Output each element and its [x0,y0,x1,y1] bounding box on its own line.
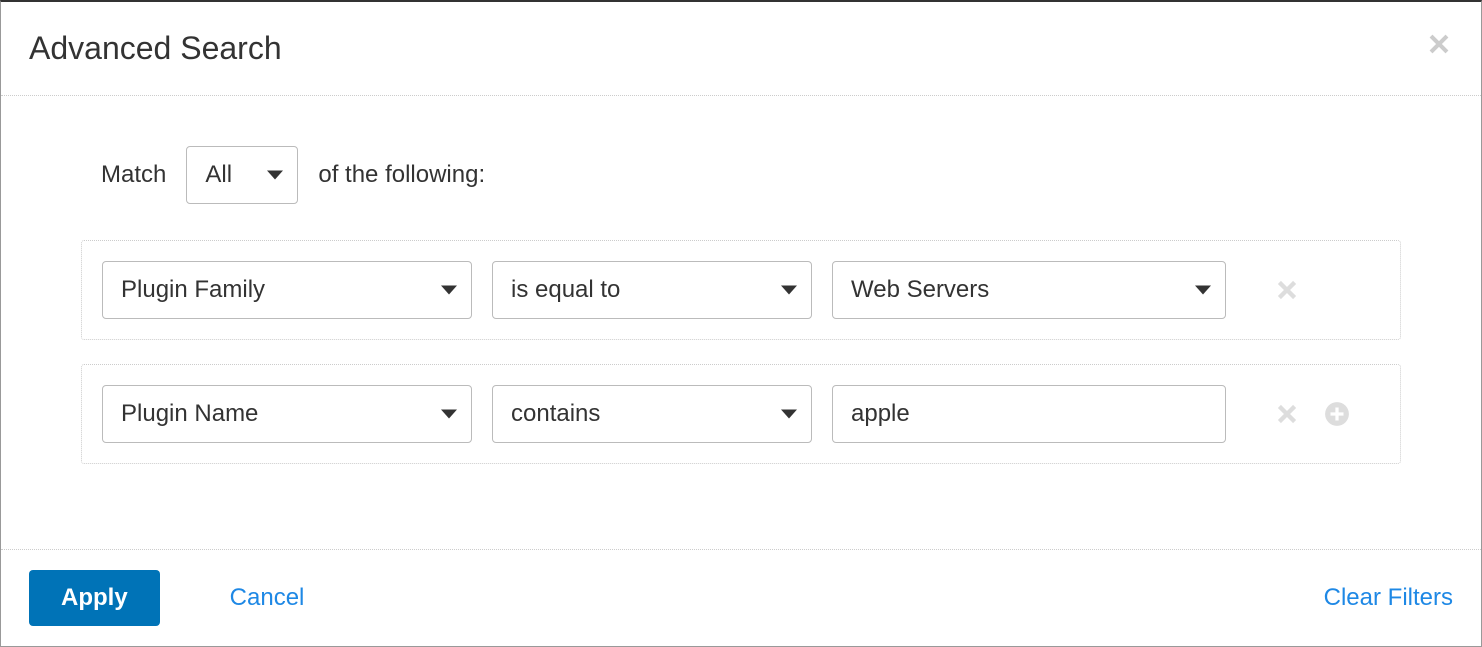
filter-value-input[interactable] [832,385,1226,443]
remove-filter-icon[interactable] [1274,277,1300,303]
filter-field-value: Plugin Name [121,400,258,428]
close-icon[interactable] [1425,30,1453,63]
filter-row-actions [1274,277,1300,303]
filter-field-select[interactable]: Plugin Name [102,385,472,443]
chevron-down-icon [267,171,283,180]
filter-operator-select[interactable]: is equal to [492,261,812,319]
filters-container: Plugin Familyis equal toWeb ServersPlugi… [81,240,1401,464]
chevron-down-icon [441,286,457,295]
modal-header: Advanced Search [1,2,1481,96]
chevron-down-icon [781,286,797,295]
advanced-search-modal: Advanced Search Match All of the followi… [1,2,1481,646]
filter-field-select[interactable]: Plugin Family [102,261,472,319]
chevron-down-icon [781,410,797,419]
match-select[interactable]: All [186,146,298,204]
apply-button[interactable]: Apply [29,570,160,626]
filter-field-value: Plugin Family [121,276,265,304]
match-row: Match All of the following: [101,146,1401,204]
modal-title: Advanced Search [29,30,282,67]
filter-row-actions [1274,401,1350,427]
filter-operator-value: contains [511,400,600,428]
chevron-down-icon [441,410,457,419]
filter-row: Plugin Name contains [81,364,1401,464]
cancel-button[interactable]: Cancel [230,570,305,626]
clear-filters-button[interactable]: Clear Filters [1324,570,1453,626]
filter-operator-value: is equal to [511,276,620,304]
filter-value-value: Web Servers [851,276,989,304]
match-suffix-label: of the following: [318,161,485,189]
match-select-value: All [205,161,232,189]
modal-footer: Apply Cancel Clear Filters [1,549,1481,646]
filter-value-select[interactable]: Web Servers [832,261,1226,319]
filter-operator-select[interactable]: contains [492,385,812,443]
match-prefix-label: Match [101,161,166,189]
filter-row: Plugin Family is equal to Web Servers [81,240,1401,340]
remove-filter-icon[interactable] [1274,401,1300,427]
add-filter-icon[interactable] [1324,401,1350,427]
chevron-down-icon [1195,286,1211,295]
modal-body: Match All of the following: Plugin Famil… [1,96,1481,549]
